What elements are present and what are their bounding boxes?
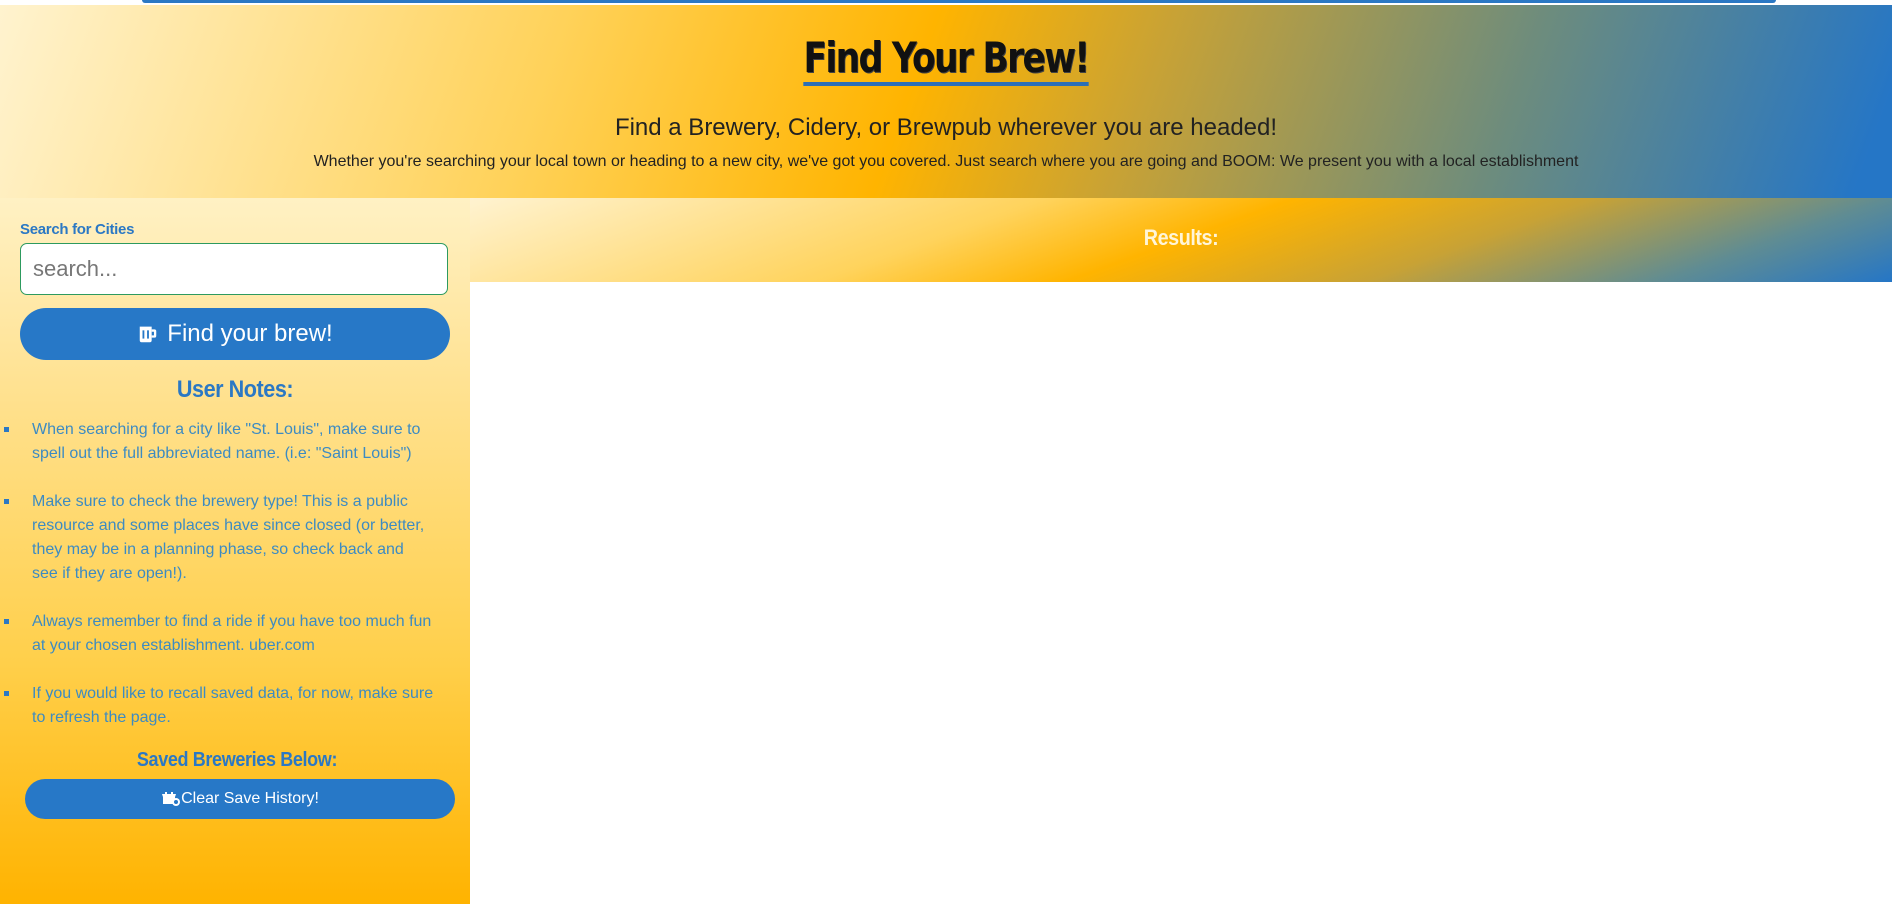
- note-text: Always remember to find a ride if you ha…: [32, 613, 432, 654]
- list-item: Always remember to find a ride if you ha…: [0, 610, 470, 658]
- note-text: Make sure to check the brewery type! Thi…: [32, 493, 425, 582]
- bullet-icon: [4, 427, 9, 432]
- bullet-icon: [4, 619, 9, 624]
- search-input[interactable]: [20, 243, 448, 295]
- search-label: Search for Cities: [20, 221, 135, 238]
- results-label: Results:: [1143, 225, 1219, 250]
- top-accent-bar: [142, 0, 1776, 3]
- find-brew-button-label: Find your brew!: [167, 320, 333, 347]
- list-item: When searching for a city like "St. Loui…: [0, 418, 470, 466]
- page: Find Your Brew! Find a Brewery, Cidery, …: [0, 0, 1892, 904]
- note-text: When searching for a city like "St. Loui…: [32, 421, 421, 462]
- find-brew-button[interactable]: Find your brew!: [20, 308, 450, 360]
- site-title: Find Your Brew!: [170, 33, 1721, 87]
- clear-save-history-button[interactable]: Clear Save History!: [25, 779, 455, 819]
- saved-breweries-title: Saved Breweries Below:: [136, 749, 338, 771]
- bullet-icon: [4, 499, 9, 504]
- beer-mug-icon: [140, 326, 157, 343]
- bullet-icon: [4, 691, 9, 696]
- list-item: Make sure to check the brewery type! Thi…: [0, 490, 470, 586]
- note-text: If you would like to recall saved data, …: [32, 685, 434, 726]
- dumpster-fire-icon: [162, 792, 181, 806]
- clear-save-history-label: Clear Save History!: [181, 790, 319, 807]
- site-description: Whether you're searching your local town…: [313, 153, 1579, 170]
- site-tagline: Find a Brewery, Cidery, or Brewpub where…: [614, 114, 1278, 141]
- user-notes-list: When searching for a city like "St. Loui…: [0, 418, 470, 754]
- user-notes-title: User Notes:: [176, 376, 294, 403]
- site-title-text: Find Your Brew!: [803, 33, 1090, 87]
- list-item: If you would like to recall saved data, …: [0, 682, 470, 730]
- results-area: [470, 282, 1892, 904]
